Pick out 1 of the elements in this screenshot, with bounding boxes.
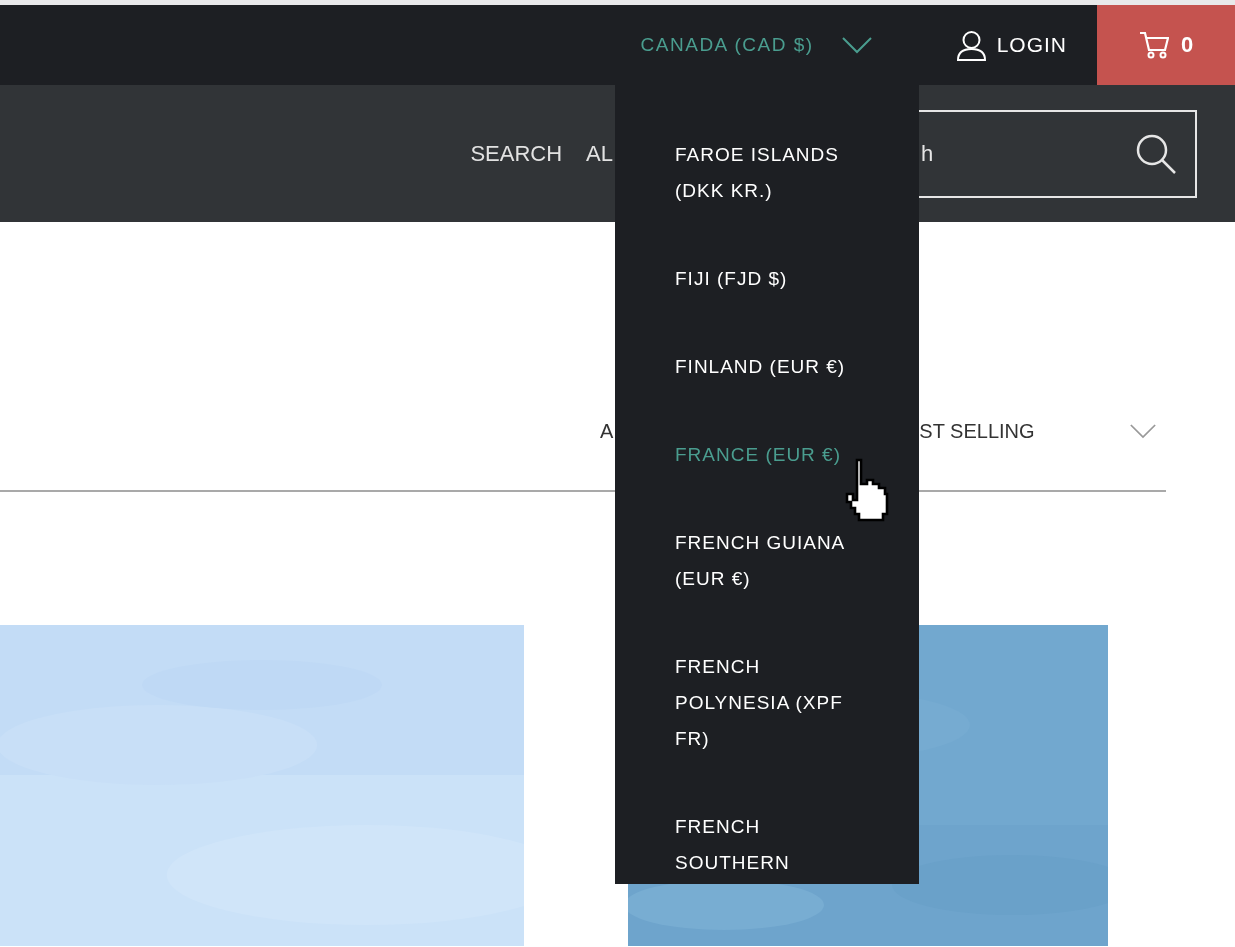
sort-label: A <box>600 419 614 443</box>
